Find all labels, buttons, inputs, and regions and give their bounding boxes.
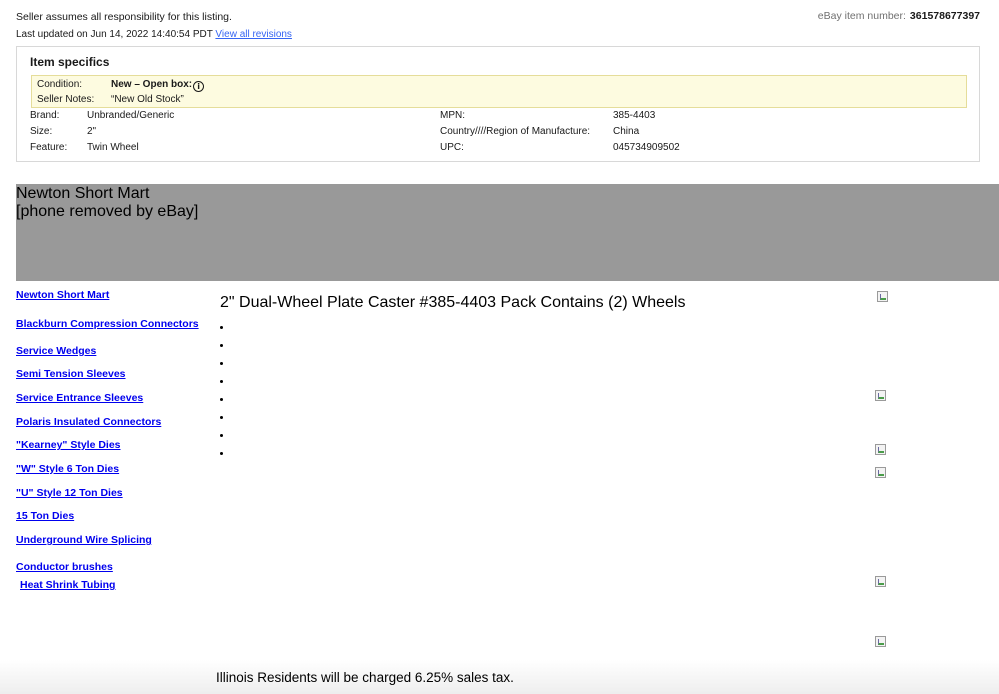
- list-item: [220, 398, 223, 401]
- last-updated: Last updated on Jun 14, 2022 14:40:54 PD…: [16, 29, 292, 40]
- country-value: China: [613, 126, 640, 137]
- nav-link-underground-wire-splicing[interactable]: Underground Wire Splicing: [16, 534, 152, 546]
- condition-value-text: New – Open box:: [111, 79, 193, 90]
- brand-label: Brand:: [30, 110, 60, 121]
- list-item: [220, 416, 223, 419]
- item-specifics-title: Item specifics: [30, 55, 110, 69]
- sales-tax-note: Illinois Residents will be charged 6.25%…: [216, 670, 514, 685]
- list-item: [220, 452, 223, 455]
- seller-responsibility-note: Seller assumes all responsibility for th…: [16, 11, 232, 23]
- feature-value: Twin Wheel: [87, 142, 139, 153]
- brand-value: Unbranded/Generic: [87, 110, 175, 121]
- condition-box: Condition: New – Open box: i Seller Notes…: [31, 75, 967, 108]
- nav-link-semi-tension-sleeves[interactable]: Semi Tension Sleeves: [16, 368, 126, 380]
- phone-removed-note: [phone removed by eBay]: [16, 203, 199, 220]
- broken-image-icon: [875, 390, 886, 401]
- item-number: eBay item number: 361578677397: [818, 10, 980, 22]
- size-value: 2": [87, 126, 97, 137]
- product-title: 2" Dual-Wheel Plate Caster #385-4403 Pac…: [220, 294, 686, 311]
- size-label: Size:: [30, 126, 53, 137]
- list-item: [220, 434, 223, 437]
- broken-image-icon: [875, 576, 886, 587]
- nav-link-conductor-brushes[interactable]: Conductor brushes: [16, 561, 113, 573]
- nav-link-service-wedges[interactable]: Service Wedges: [16, 345, 96, 357]
- list-item: [220, 380, 223, 383]
- nav-link-kearney-style-dies[interactable]: "Kearney" Style Dies: [16, 439, 121, 451]
- feature-label: Feature:: [30, 142, 68, 153]
- broken-image-icon: [877, 291, 888, 302]
- nav-link-w-style-6-ton-dies[interactable]: "W" Style 6 Ton Dies: [16, 463, 119, 475]
- nav-link-newton-short-mart[interactable]: Newton Short Mart: [16, 289, 109, 301]
- seller-notes-value: “New Old Stock”: [111, 94, 184, 105]
- mpn-label: MPN:: [440, 110, 465, 121]
- broken-image-icon: [875, 636, 886, 647]
- mpn-value: 385-4403: [613, 110, 656, 121]
- broken-image-icon: [875, 467, 886, 478]
- nav-link-service-entrance-sleeves[interactable]: Service Entrance Sleeves: [16, 392, 143, 404]
- item-specifics-panel: Item specifics Condition: New – Open box…: [16, 46, 980, 162]
- seller-notes-label: Seller Notes:: [37, 94, 95, 105]
- country-label: Country////Region of Manufacture:: [440, 126, 591, 137]
- broken-image-icon: [875, 444, 886, 455]
- item-number-value: 361578677397: [909, 10, 980, 22]
- condition-value: New – Open box: i: [111, 79, 205, 92]
- upc-label: UPC:: [440, 142, 464, 153]
- last-updated-text: Last updated on Jun 14, 2022 14:40:54 PD…: [16, 29, 213, 40]
- list-item: [220, 344, 223, 347]
- nav-link-15-ton-dies[interactable]: 15 Ton Dies: [16, 510, 74, 522]
- view-all-revisions-link[interactable]: View all revisions: [215, 29, 292, 40]
- item-number-label: eBay item number:: [817, 10, 906, 22]
- nav-link-heat-shrink-tubing[interactable]: Heat Shrink Tubing: [20, 579, 115, 591]
- store-banner: Newton Short Mart [phone removed by eBay…: [16, 184, 999, 281]
- store-name: Newton Short Mart: [16, 185, 150, 202]
- nav-link-blackburn-compression-connectors[interactable]: Blackburn Compression Connectors: [16, 318, 199, 330]
- condition-label: Condition:: [37, 79, 83, 90]
- nav-link-polaris-insulated-connectors[interactable]: Polaris Insulated Connectors: [16, 416, 161, 428]
- upc-value: 045734909502: [613, 142, 680, 153]
- info-icon[interactable]: i: [193, 81, 205, 92]
- list-item: [220, 362, 223, 365]
- nav-link-u-style-12-ton-dies[interactable]: "U" Style 12 Ton Dies: [16, 487, 123, 499]
- list-item: [220, 326, 223, 329]
